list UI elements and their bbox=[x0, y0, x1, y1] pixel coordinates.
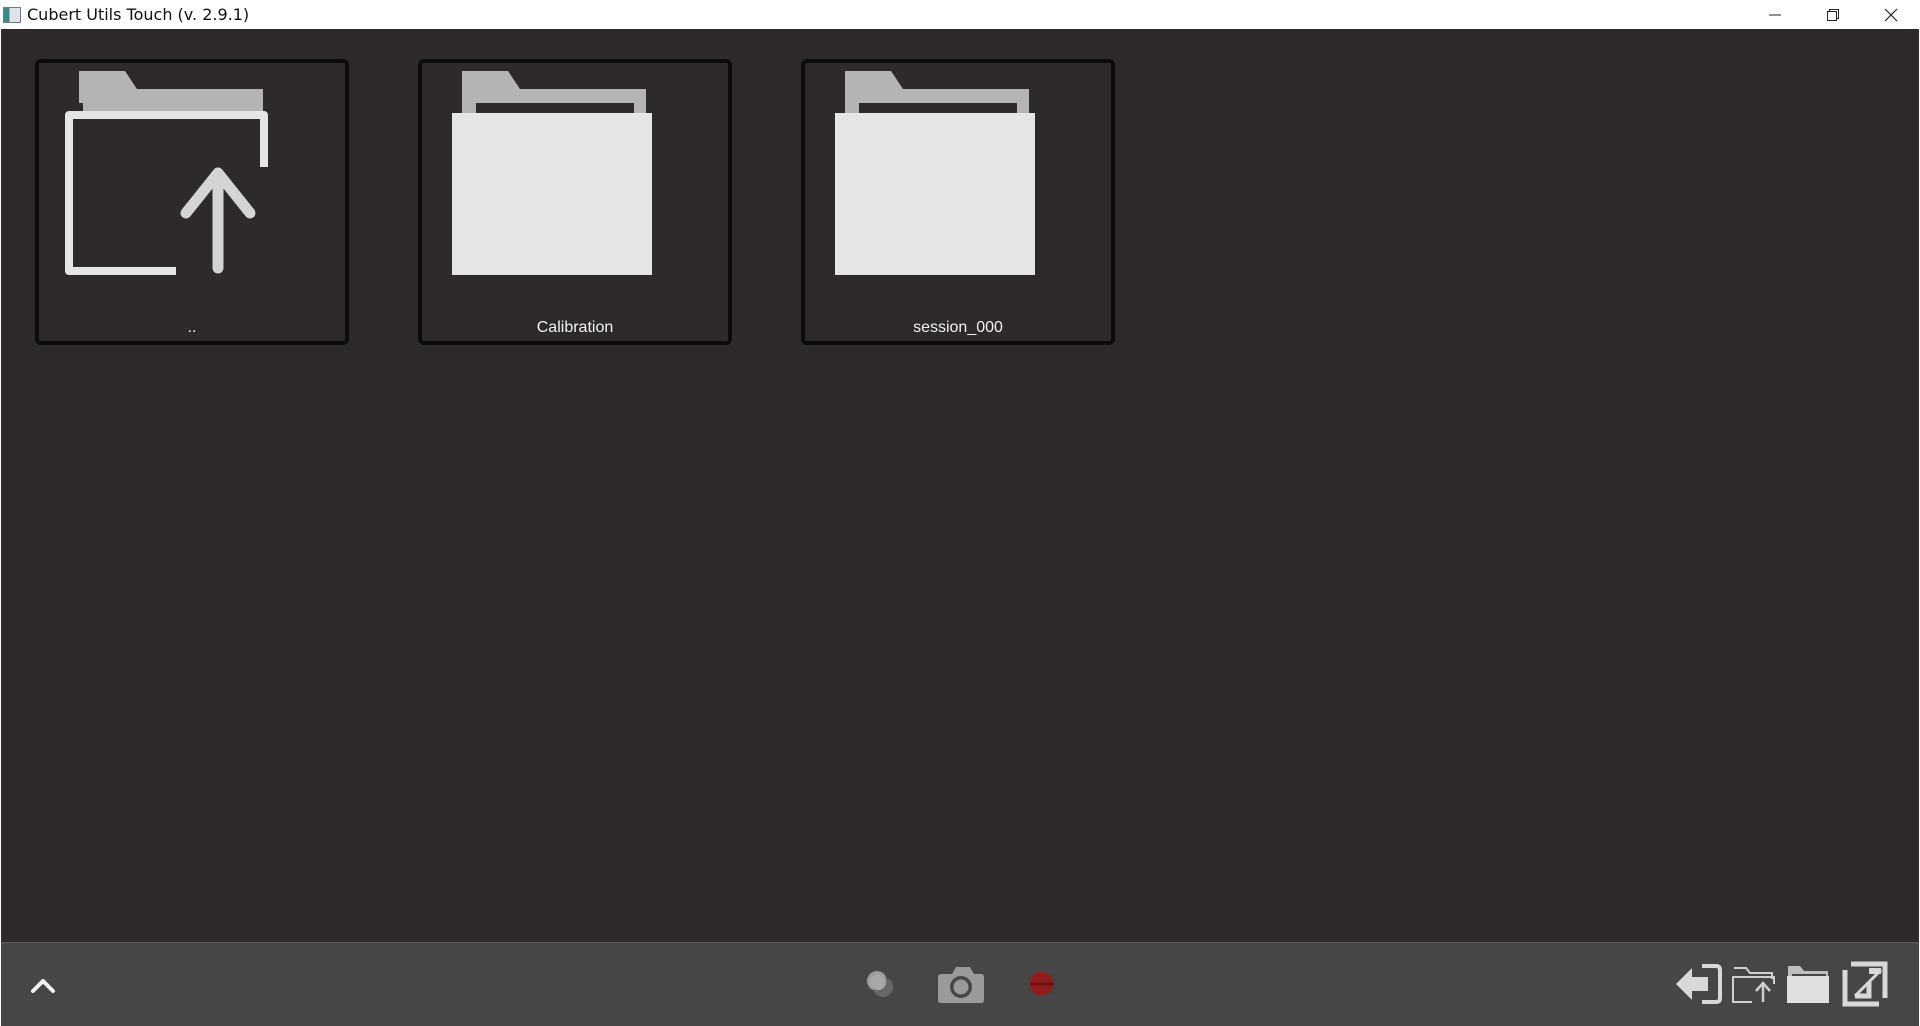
minimize-icon bbox=[1769, 14, 1781, 15]
folder-tile-parent[interactable]: .. bbox=[35, 59, 349, 345]
app-icon bbox=[3, 6, 21, 23]
capture-button[interactable] bbox=[933, 961, 989, 1007]
close-icon bbox=[1884, 8, 1898, 21]
folder-tile-calibration[interactable]: Calibration bbox=[418, 59, 732, 345]
folder-label: Calibration bbox=[536, 319, 614, 336]
folder-up-icon bbox=[65, 71, 268, 275]
window-title: Cubert Utils Touch (v. 2.9.1) bbox=[27, 5, 250, 24]
parent-folder-button[interactable] bbox=[1729, 959, 1779, 1009]
folder-icon bbox=[835, 71, 1035, 275]
minimize-button[interactable] bbox=[1746, 0, 1804, 29]
folder-label: .. bbox=[187, 319, 197, 336]
crop-button[interactable] bbox=[1839, 957, 1891, 1011]
window-controls bbox=[1746, 0, 1920, 29]
expand-toolbar-button[interactable] bbox=[23, 965, 63, 1005]
overlay-button[interactable] bbox=[859, 963, 901, 1005]
camera-icon bbox=[938, 967, 984, 1003]
folder-label: session_000 bbox=[913, 319, 1003, 336]
folder-icon bbox=[1787, 966, 1829, 1003]
crop-icon bbox=[1842, 961, 1888, 1007]
open-folder-button[interactable] bbox=[1783, 959, 1833, 1009]
restore-icon bbox=[1827, 8, 1839, 21]
bottom-toolbar bbox=[1, 942, 1919, 1026]
close-button[interactable] bbox=[1862, 0, 1920, 29]
overlay-icon bbox=[867, 971, 893, 997]
title-bar: Cubert Utils Touch (v. 2.9.1) bbox=[0, 0, 1920, 29]
restore-button[interactable] bbox=[1804, 0, 1862, 29]
folder-browser: .. Calibration session_000 bbox=[1, 29, 1919, 942]
folder-up-icon bbox=[1732, 967, 1775, 1003]
record-icon bbox=[1030, 972, 1054, 996]
exit-icon bbox=[1676, 964, 1722, 1004]
exit-button[interactable] bbox=[1673, 959, 1723, 1009]
chevron-up-icon bbox=[31, 979, 55, 993]
folder-tile-session-000[interactable]: session_000 bbox=[801, 59, 1115, 345]
record-button[interactable] bbox=[1025, 967, 1059, 1001]
app-window: Cubert Utils Touch (v. 2.9.1) .. Calibra… bbox=[0, 0, 1920, 1026]
folder-icon bbox=[452, 71, 652, 275]
